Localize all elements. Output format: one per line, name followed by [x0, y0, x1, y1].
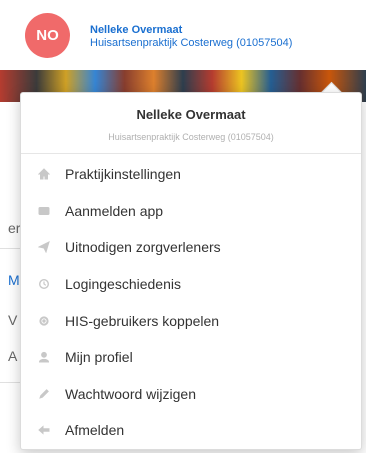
- menu-item-label: Wachtwoord wijzigen: [65, 385, 196, 402]
- dropdown-header: Nelleke Overmaat Huisartsenpraktijk Cost…: [21, 93, 361, 154]
- avatar[interactable]: NO: [25, 13, 70, 58]
- background-text-fragment: V: [8, 312, 18, 328]
- user-name-link[interactable]: Nelleke Overmaat: [90, 24, 182, 36]
- user-icon: [37, 350, 51, 364]
- gear-icon: [37, 314, 51, 328]
- menu-item-mijn-profiel[interactable]: Mijn profiel: [21, 339, 361, 376]
- menu-item-praktijkinstellingen[interactable]: Praktijkinstellingen: [21, 156, 361, 193]
- logout-icon: [37, 423, 51, 437]
- send-icon: [37, 240, 51, 254]
- dropdown-user-name: Nelleke Overmaat: [136, 107, 246, 122]
- menu-item-uitnodigen-zorgverleners[interactable]: Uitnodigen zorgverleners: [21, 229, 361, 266]
- menu-item-his-gebruikers-koppelen[interactable]: HIS-gebruikers koppelen: [21, 302, 361, 339]
- menu-item-label: Mijn profiel: [65, 349, 133, 366]
- user-dropdown-menu: Nelleke Overmaat Huisartsenpraktijk Cost…: [20, 92, 362, 450]
- background-text-fragment: er: [8, 220, 21, 236]
- menu-item-wachtwoord-wijzigen[interactable]: Wachtwoord wijzigen: [21, 376, 361, 413]
- background-text-fragment: A: [8, 348, 18, 364]
- home-icon: [37, 167, 51, 181]
- background-link-fragment: M: [8, 272, 20, 288]
- menu-item-logingeschiedenis[interactable]: Logingeschiedenis: [21, 266, 361, 303]
- history-icon: [37, 277, 51, 291]
- menu-item-label: HIS-gebruikers koppelen: [65, 312, 220, 329]
- menu-item-aanmelden-app[interactable]: Aanmelden app: [21, 193, 361, 230]
- pencil-icon: [37, 387, 51, 401]
- user-practice-link[interactable]: Huisartsenpraktijk Costerweg (01057504): [90, 37, 292, 49]
- card-icon: [37, 204, 51, 218]
- menu-item-label: Aanmelden app: [65, 202, 164, 219]
- menu-item-label: Logingeschiedenis: [65, 276, 181, 293]
- menu-item-label: Uitnodigen zorgverleners: [65, 239, 221, 256]
- menu-item-afmelden[interactable]: Afmelden: [21, 412, 361, 449]
- dropdown-menu-list: Praktijkinstellingen Aanmelden app Uitno…: [21, 154, 361, 449]
- top-bar: NO Nelleke Overmaat Huisartsenpraktijk C…: [0, 0, 366, 71]
- dropdown-practice: Huisartsenpraktijk Costerweg (01057504): [108, 132, 274, 142]
- menu-item-label: Afmelden: [65, 422, 125, 439]
- menu-item-label: Praktijkinstellingen: [65, 166, 181, 183]
